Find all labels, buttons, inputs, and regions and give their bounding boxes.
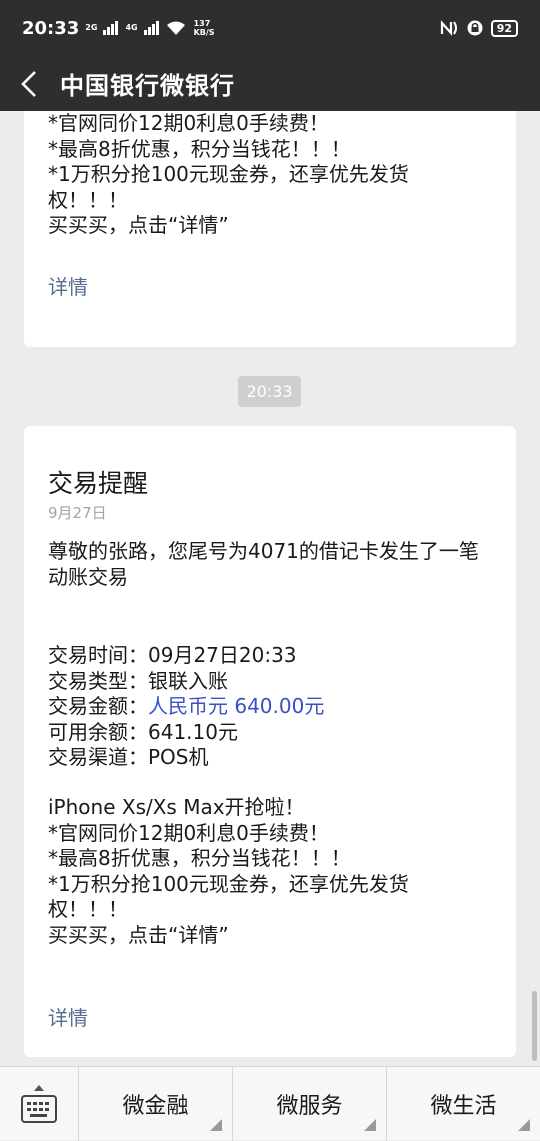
- card-title: 交易提醒: [48, 469, 149, 498]
- promo-line: *1万积分抢100元现金券，还享优先发货: [48, 162, 409, 186]
- field-label: 交易时间：: [48, 643, 148, 667]
- network-speed: 137 KB/S: [194, 19, 215, 37]
- promo-line: *1万积分抢100元现金券，还享优先发货: [48, 871, 409, 896]
- detail-link[interactable]: 详情: [48, 271, 88, 300]
- field-row-type: 交易类型：银联入账: [24, 669, 348, 695]
- keyboard-icon: [21, 1095, 57, 1123]
- promo-line: iPhone Xs/Xs Max开抢啦！: [48, 795, 305, 819]
- promo-block: iPhone Xs/Xs Max开抢啦！ *官网同价12期0利息0手续费！ *最…: [24, 795, 433, 948]
- lock-icon: [467, 20, 483, 36]
- menu-label: 微金融: [122, 1094, 189, 1119]
- field-value: 641.10元: [148, 719, 238, 744]
- submenu-indicator-icon: [210, 1119, 222, 1131]
- transaction-fields: 交易时间：09月27日20:33 交易类型：银联入账 交易金额：人民币元 640…: [24, 643, 348, 771]
- promo-line: 权！！！: [48, 187, 128, 212]
- menu-label: 微服务: [276, 1094, 343, 1119]
- back-arrow-icon: [21, 70, 36, 97]
- status-time: 20:33: [22, 17, 80, 39]
- field-row-time: 交易时间：09月27日20:33: [24, 643, 348, 669]
- field-row-balance: 可用余额：641.10元: [24, 720, 348, 746]
- promo-line: 买买买，点击“详情”: [48, 213, 229, 237]
- page-title: 中国银行微银行: [60, 72, 235, 100]
- scrollbar[interactable]: [532, 991, 537, 1061]
- promo-line: 买买买，点击“详情”: [48, 922, 229, 947]
- promo-line: *官网同价12期0利息0手续费！: [48, 820, 329, 845]
- detail-link[interactable]: 详情: [48, 1002, 88, 1031]
- field-row-channel: 交易渠道：POS机: [24, 745, 348, 771]
- status-left: 20:33 2G 4G 137 KB/S: [22, 18, 215, 39]
- wifi-icon: [166, 21, 185, 35]
- bottom-menu: 微金融 微服务 微生活: [0, 1066, 540, 1141]
- status-right: 92: [439, 19, 518, 37]
- menu-weishenghuo[interactable]: 微生活: [387, 1067, 540, 1141]
- speed-value: 137: [193, 19, 211, 28]
- field-label: 可用余额：: [48, 719, 148, 744]
- signal-icon: [143, 21, 159, 35]
- time-divider: 20:33: [238, 376, 301, 407]
- field-value: 银联入账: [148, 668, 228, 693]
- field-label: 交易渠道：: [48, 745, 148, 769]
- sim1-label: 2G: [85, 23, 98, 32]
- promo-line: *最高8折优惠，积分当钱花！！！: [48, 846, 351, 870]
- menu-weijinrong[interactable]: 微金融: [79, 1067, 233, 1141]
- amount-value: 人民币元 640.00元: [148, 694, 325, 718]
- field-value: POS机: [148, 745, 209, 769]
- promo-line: *官网同价12期0利息0手续费！: [48, 111, 329, 135]
- field-row-amount: 交易金额：人民币元 640.00元: [24, 694, 348, 720]
- message-list[interactable]: *官网同价12期0利息0手续费！ *最高8折优惠，积分当钱花！！！ *1万积分抢…: [0, 111, 540, 1066]
- message-card[interactable]: *官网同价12期0利息0手续费！ *最高8折优惠，积分当钱花！！！ *1万积分抢…: [24, 111, 516, 347]
- speed-unit: KB/S: [193, 28, 215, 37]
- submenu-indicator-icon: [364, 1119, 376, 1131]
- nfc-icon: [440, 20, 457, 36]
- field-label: 交易金额：: [48, 694, 148, 718]
- back-button[interactable]: [0, 56, 58, 111]
- menu-label: 微生活: [430, 1094, 497, 1119]
- keyboard-toggle-button[interactable]: [0, 1067, 79, 1141]
- status-bar: 20:33 2G 4G 137 KB/S 92: [0, 0, 540, 56]
- promo-line: *最高8折优惠，积分当钱花！！！: [48, 136, 351, 161]
- message-card[interactable]: 交易提醒 9月27日 尊敬的张路，您尾号为4071的借记卡发生了一笔 动账交易 …: [24, 426, 516, 1057]
- message-intro: 尊敬的张路，您尾号为4071的借记卡发生了一笔 动账交易: [24, 539, 503, 590]
- menu-weifuwu[interactable]: 微服务: [233, 1067, 387, 1141]
- submenu-indicator-icon: [518, 1119, 530, 1131]
- signal-icon: [103, 21, 119, 35]
- message-body: *官网同价12期0利息0手续费！ *最高8折优惠，积分当钱花！！！ *1万积分抢…: [24, 111, 433, 239]
- field-value: 09月27日20:33: [148, 643, 297, 667]
- battery-indicator: 92: [490, 19, 518, 37]
- intro-line: 动账交易: [48, 564, 128, 589]
- intro-line: 尊敬的张路，您尾号为4071的借记卡发生了一笔: [48, 539, 479, 563]
- chevron-up-icon: [34, 1085, 44, 1091]
- card-date: 9月27日: [48, 504, 107, 522]
- nav-bar: 中国银行微银行: [0, 56, 540, 111]
- sim2-label: 4G: [125, 23, 138, 32]
- field-label: 交易类型：: [48, 668, 148, 693]
- promo-line: 权！！！: [48, 897, 128, 921]
